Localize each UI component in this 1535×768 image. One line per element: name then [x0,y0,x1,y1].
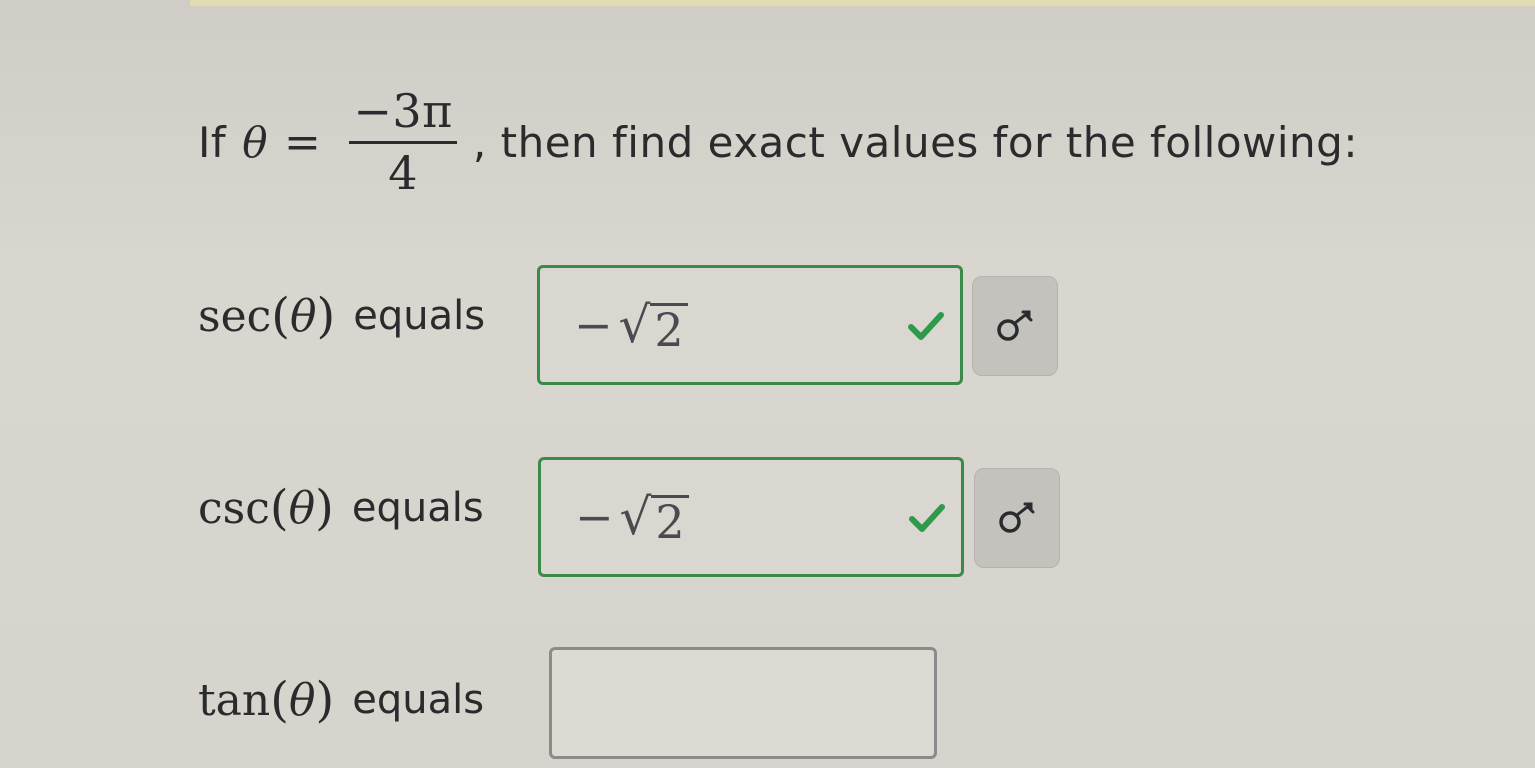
close-paren: ) [316,288,336,344]
csc-answer-value: − √ 2 [575,488,689,546]
sec-key-button[interactable] [972,276,1058,376]
answer-sign: − [574,298,613,352]
function-name: sec [198,290,272,342]
theta-symbol: θ [290,290,317,342]
radicand: 2 [651,494,689,546]
theta-symbol: θ [288,482,316,534]
open-paren: ( [270,672,289,728]
csc-row: csc ( θ ) equals [198,480,484,536]
csc-key-button[interactable] [974,468,1060,568]
square-root: √ 2 [620,488,689,546]
question-suffix: , then find exact values for the followi… [472,117,1358,167]
function-name: tan [198,674,271,726]
sec-row: sec ( θ ) equals [198,288,485,344]
equals-word: equals [351,485,484,531]
fraction-numerator: −3π [349,86,457,144]
radicand: 2 [650,302,688,354]
question-variable: θ [242,117,268,167]
close-paren: ) [315,672,335,728]
check-icon [908,312,944,340]
square-root: √ 2 [619,296,688,354]
equals-word: equals [353,293,486,339]
sec-label: sec ( θ ) equals [198,288,485,344]
equals-word: equals [352,677,485,723]
sec-answer-value: − √ 2 [574,296,688,354]
top-header-strip [190,0,1535,6]
csc-label: csc ( θ ) equals [198,480,484,536]
angle-fraction: −3π 4 [349,86,457,198]
function-name: csc [198,482,270,534]
question-equals-sign: = [283,116,322,168]
key-icon [997,310,1033,341]
fraction-denominator: 4 [388,145,419,200]
csc-answer-field[interactable]: − √ 2 [538,457,964,577]
sec-answer-field[interactable]: − √ 2 [537,265,963,385]
theta-symbol: θ [289,674,316,726]
tan-row: tan ( θ ) equals [198,672,484,728]
open-paren: ( [271,288,290,344]
question-prefix: If [198,117,227,167]
root-symbol: √ [619,488,652,546]
close-paren: ) [315,480,334,536]
question-prompt: If θ = −3π 4 , then find exact values fo… [198,82,1358,202]
root-symbol: √ [618,296,651,354]
check-icon [909,504,945,532]
open-paren: ( [269,480,289,536]
answer-sign: − [575,490,614,544]
key-icon [999,502,1035,533]
tan-label: tan ( θ ) equals [198,672,484,728]
tan-answer-field[interactable] [549,647,937,759]
